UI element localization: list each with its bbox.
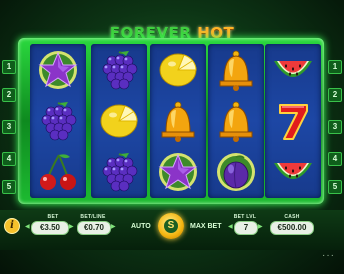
bet-label: BET — [47, 214, 59, 220]
bell-icon — [208, 95, 264, 146]
payline-left-4: 4 — [2, 152, 16, 166]
cherry-icon — [30, 146, 86, 197]
bet-level-value: 7 — [234, 221, 258, 235]
betline-value: €0.70 — [77, 221, 111, 235]
star-icon — [150, 146, 206, 197]
seven-icon — [265, 95, 321, 146]
spin-icon: S — [164, 219, 178, 233]
bet-level-label: BET LVL — [233, 214, 257, 220]
payline-right-4: 4 — [328, 152, 342, 166]
bet-level-increase-icon[interactable]: ▶ — [258, 221, 263, 233]
bet-decrease-icon[interactable]: ◀ — [25, 221, 30, 233]
watermelon-icon — [265, 146, 321, 197]
payline-right-1: 1 — [328, 60, 342, 74]
betline-label: BET/LINE — [80, 214, 106, 220]
slot-game: FOREVER HOT 1 2 3 4 5 1 2 3 4 5 i BET ◀ … — [0, 0, 344, 274]
bell-icon — [208, 44, 264, 95]
payline-left-1: 1 — [2, 60, 16, 74]
reel-1 — [30, 44, 86, 198]
reel-2 — [91, 44, 147, 198]
max-bet-button[interactable]: MAX BET — [190, 223, 222, 230]
star-icon — [30, 44, 86, 95]
payline-right-2: 2 — [328, 88, 342, 102]
payline-right-5: 5 — [328, 180, 342, 194]
cash-label: CASH — [284, 214, 300, 220]
spin-button[interactable]: S — [158, 213, 184, 239]
menu-icon[interactable]: ··· — [322, 250, 335, 261]
auto-button[interactable]: AUTO — [131, 223, 151, 230]
payline-right-3: 3 — [328, 120, 342, 134]
betline-increase-icon[interactable]: ▶ — [111, 221, 116, 233]
lemon-icon — [150, 44, 206, 95]
grapes-icon — [91, 44, 147, 95]
grapes-icon — [30, 95, 86, 146]
info-button[interactable]: i — [4, 218, 20, 234]
watermelon-icon — [265, 44, 321, 95]
cash-value: €500.00 — [270, 221, 314, 235]
payline-indicators-left: 1 2 3 4 5 — [2, 42, 16, 202]
plum-icon — [208, 146, 264, 197]
reel-4 — [208, 44, 264, 198]
lemon-icon — [91, 95, 147, 146]
payline-left-3: 3 — [2, 120, 16, 134]
payline-left-2: 2 — [2, 88, 16, 102]
bet-level-decrease-icon[interactable]: ◀ — [228, 221, 233, 233]
payline-indicators-right: 1 2 3 4 5 — [328, 42, 342, 202]
bell-icon — [150, 95, 206, 146]
reel-3 — [150, 44, 206, 198]
reel-5 — [265, 44, 321, 198]
bet-increase-icon[interactable]: ▶ — [69, 221, 74, 233]
bet-value: €3.50 — [31, 221, 69, 235]
grapes-icon — [91, 146, 147, 197]
payline-left-5: 5 — [2, 180, 16, 194]
